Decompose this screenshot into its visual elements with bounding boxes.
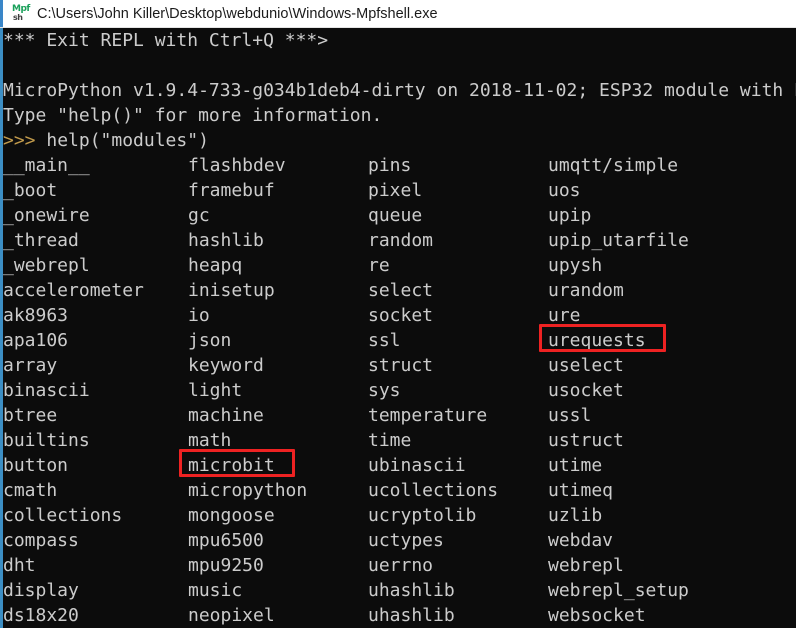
module-item: urandom: [548, 280, 624, 301]
module-item: display: [3, 580, 79, 601]
module-item: ubinascii: [368, 455, 466, 476]
module-item: light: [188, 380, 243, 401]
module-item: pixel: [368, 180, 423, 201]
module-item: hashlib: [188, 230, 264, 251]
module-item: compass: [3, 530, 79, 551]
window-title: C:\Users\John Killer\Desktop\webdunio\Wi…: [37, 5, 438, 22]
module-item: _thread: [3, 230, 79, 251]
module-item: builtins: [3, 430, 90, 451]
module-item: io: [188, 305, 210, 326]
module-item: mpu6500: [188, 530, 264, 551]
module-item: _webrepl: [3, 255, 90, 276]
mpfshell-icon-glyph-bottom: sh: [13, 12, 23, 22]
module-item: array: [3, 355, 58, 376]
module-item: mpu9250: [188, 555, 264, 576]
titlebar-accent-stripe: [0, 0, 3, 27]
module-item: uos: [548, 180, 581, 201]
module-item: usocket: [548, 380, 624, 401]
module-item: flashbdev: [188, 155, 286, 176]
module-item: _boot: [3, 180, 58, 201]
module-item: umqtt/simple: [548, 155, 679, 176]
module-item: time: [368, 430, 412, 451]
module-item: ds18x20: [3, 605, 79, 626]
module-item: utime: [548, 455, 603, 476]
console-output-area[interactable]: *** Exit REPL with Ctrl+Q ***> MicroPyth…: [0, 28, 796, 628]
module-item: ustruct: [548, 430, 624, 451]
module-item: random: [368, 230, 434, 251]
module-item: upip: [548, 205, 592, 226]
console-left-accent-bar: [0, 28, 3, 628]
module-item: select: [368, 280, 434, 301]
module-item: ussl: [548, 405, 592, 426]
module-item: uerrno: [368, 555, 434, 576]
module-item: gc: [188, 205, 210, 226]
module-item: re: [368, 255, 390, 276]
module-item: ssl: [368, 330, 401, 351]
module-item: accelerometer: [3, 280, 144, 301]
module-item: upysh: [548, 255, 603, 276]
module-item: binascii: [3, 380, 90, 401]
module-item: keyword: [188, 355, 264, 376]
module-column-3: pins pixel queue random re select socket ssl str…: [368, 153, 498, 628]
module-item: framebuf: [188, 180, 275, 201]
module-item: urequests: [548, 330, 646, 351]
mpfshell-icon: Mpf sh: [12, 4, 30, 23]
title-bar[interactable]: Mpf sh C:\Users\John Killer\Desktop\webd…: [0, 0, 796, 28]
module-item: microbit: [188, 455, 275, 476]
module-item: queue: [368, 205, 423, 226]
module-item: __main__: [3, 155, 90, 176]
module-item: _onewire: [3, 205, 90, 226]
module-column-2: flashbdev framebuf gc hashlib heapq inisetup i…: [188, 153, 307, 628]
module-item: socket: [368, 305, 434, 326]
module-item: neopixel: [188, 605, 275, 626]
module-item: uzlib: [548, 505, 603, 526]
module-item: webrepl_setup: [548, 580, 689, 601]
module-item: websocket: [548, 605, 646, 626]
module-item: utimeq: [548, 480, 614, 501]
module-item: cmath: [3, 480, 58, 501]
module-item: ucryptolib: [368, 505, 477, 526]
module-item: uctypes: [368, 530, 444, 551]
module-item: micropython: [188, 480, 308, 501]
module-item: ure: [548, 305, 581, 326]
module-item: inisetup: [188, 280, 275, 301]
module-item: math: [188, 430, 232, 451]
module-item: webdav: [548, 530, 614, 551]
module-item: heapq: [188, 255, 243, 276]
module-item: pins: [368, 155, 412, 176]
module-column-4: umqtt/simple uos upip upip_utarfileupysh ura…: [548, 153, 721, 628]
module-item: btree: [3, 405, 58, 426]
module-item: webrepl: [548, 555, 624, 576]
module-item: uselect: [548, 355, 624, 376]
module-list-grid: __main__ _boot _onewire _thread _webreplacce…: [3, 28, 796, 628]
module-item: button: [3, 455, 69, 476]
module-item: uhashlib: [368, 605, 455, 626]
module-item: temperature: [368, 405, 488, 426]
module-item: ak8963: [3, 305, 69, 326]
module-item: music: [188, 580, 243, 601]
module-column-1: __main__ _boot _onewire _thread _webreplacce…: [3, 153, 144, 628]
module-item: machine: [188, 405, 264, 426]
module-item: mongoose: [188, 505, 275, 526]
module-item: dht: [3, 555, 36, 576]
module-item: sys: [368, 380, 401, 401]
module-item: json: [188, 330, 232, 351]
module-item: uhashlib: [368, 580, 455, 601]
module-item: struct: [368, 355, 434, 376]
module-item: collections: [3, 505, 123, 526]
module-item: apa106: [3, 330, 69, 351]
module-item: ucollections: [368, 480, 499, 501]
module-item: upip_utarfile: [548, 230, 689, 251]
terminal-window: Mpf sh C:\Users\John Killer\Desktop\webd…: [0, 0, 796, 628]
console-text: *** Exit REPL with Ctrl+Q ***> MicroPyth…: [0, 28, 796, 628]
